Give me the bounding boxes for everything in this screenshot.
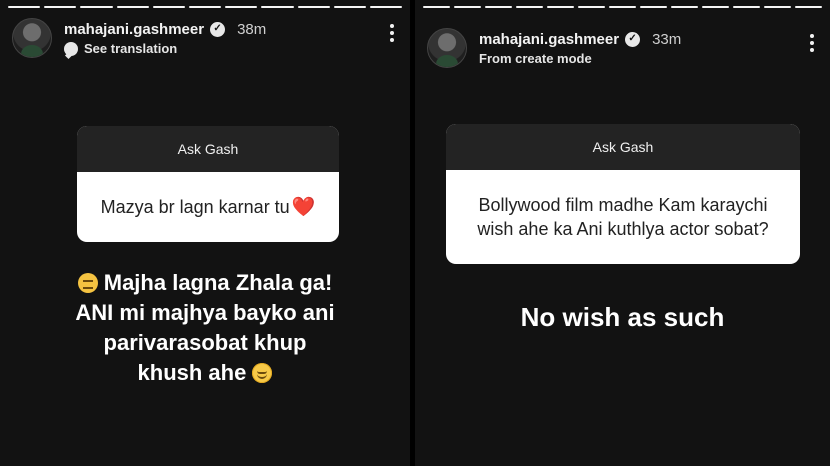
question-text-line-2: wish ahe ka Ani kuthlya actor sobat? [477, 219, 769, 239]
progress-segment [733, 6, 760, 8]
answer-text: Majha lagna Zhala ga! ANI mi majhya bayk… [20, 268, 390, 388]
smiling-face-emoji [252, 363, 273, 383]
answer-line-3: parivarasobat khup [103, 330, 307, 355]
question-sticker-body: Bollywood film madhe Kam karaychi wish a… [446, 170, 800, 264]
username[interactable]: mahajani.gashmeer [479, 31, 619, 48]
progress-segment [44, 6, 77, 8]
progress-segment [454, 6, 481, 8]
story-panel-left[interactable]: mahajani.gashmeer ✓ 38m See translation … [0, 0, 410, 466]
progress-segment [8, 6, 41, 8]
story-progress-bar [423, 6, 822, 8]
progress-segment [152, 6, 185, 8]
progress-segment [261, 6, 294, 8]
progress-segment [116, 6, 149, 8]
answer-line-1: Majha lagna Zhala ga! [103, 270, 333, 295]
story-meta: mahajani.gashmeer ✓ 33m From create mode [479, 28, 682, 67]
story-source-label[interactable]: From create mode [479, 51, 592, 66]
answer-line-4: khush ahe [137, 360, 247, 385]
question-sticker-body: Mazya br lagn karnar tu ❤️ [77, 172, 339, 242]
progress-segment [516, 6, 543, 8]
answer-line-2: ANI mi majhya bayko ani [75, 300, 335, 325]
question-sticker-heading: Ask Gash [77, 126, 339, 172]
verified-badge-icon: ✓ [210, 21, 226, 37]
question-text: Mazya br lagn karnar tu [100, 196, 290, 217]
story-header: mahajani.gashmeer ✓ 38m See translation [12, 18, 398, 58]
progress-segment [369, 6, 403, 8]
question-sticker[interactable]: Ask Gash Mazya br lagn karnar tu ❤️ [77, 126, 339, 242]
heart-emoji: ❤️ [291, 197, 316, 218]
question-text-line-1: Bollywood film madhe Kam karaychi [478, 195, 768, 215]
progress-segment [80, 6, 113, 8]
progress-segment [188, 6, 222, 8]
timestamp: 33m [652, 30, 682, 48]
progress-segment [225, 6, 258, 8]
progress-segment [795, 6, 822, 8]
avatar[interactable] [12, 18, 52, 58]
avatar[interactable] [427, 28, 467, 68]
progress-segment [423, 6, 450, 8]
progress-segment [485, 6, 512, 8]
pensive-face-emoji [77, 273, 98, 293]
more-options-icon[interactable] [806, 28, 818, 58]
story-meta: mahajani.gashmeer ✓ 38m See translation [64, 18, 266, 56]
progress-segment [547, 6, 574, 8]
progress-segment [297, 6, 330, 8]
story-header: mahajani.gashmeer ✓ 33m From create mode [427, 28, 818, 68]
story-panel-right[interactable]: mahajani.gashmeer ✓ 33m From create mode… [415, 0, 830, 466]
progress-segment [333, 6, 366, 8]
progress-segment [702, 6, 729, 8]
progress-segment [578, 6, 605, 8]
see-translation-link[interactable]: See translation [84, 41, 177, 56]
progress-segment [609, 6, 636, 8]
verified-badge-icon: ✓ [625, 31, 641, 47]
answer-text: No wish as such [520, 302, 725, 332]
story-progress-bar [8, 6, 403, 8]
progress-segment [671, 6, 698, 8]
more-options-icon[interactable] [386, 18, 398, 48]
question-sticker-heading: Ask Gash [446, 124, 800, 170]
progress-segment [640, 6, 667, 8]
timestamp: 38m [237, 20, 267, 38]
progress-segment [764, 6, 791, 8]
question-sticker[interactable]: Ask Gash Bollywood film madhe Kam karayc… [446, 124, 800, 264]
translation-icon [64, 41, 78, 56]
username[interactable]: mahajani.gashmeer [64, 21, 204, 38]
